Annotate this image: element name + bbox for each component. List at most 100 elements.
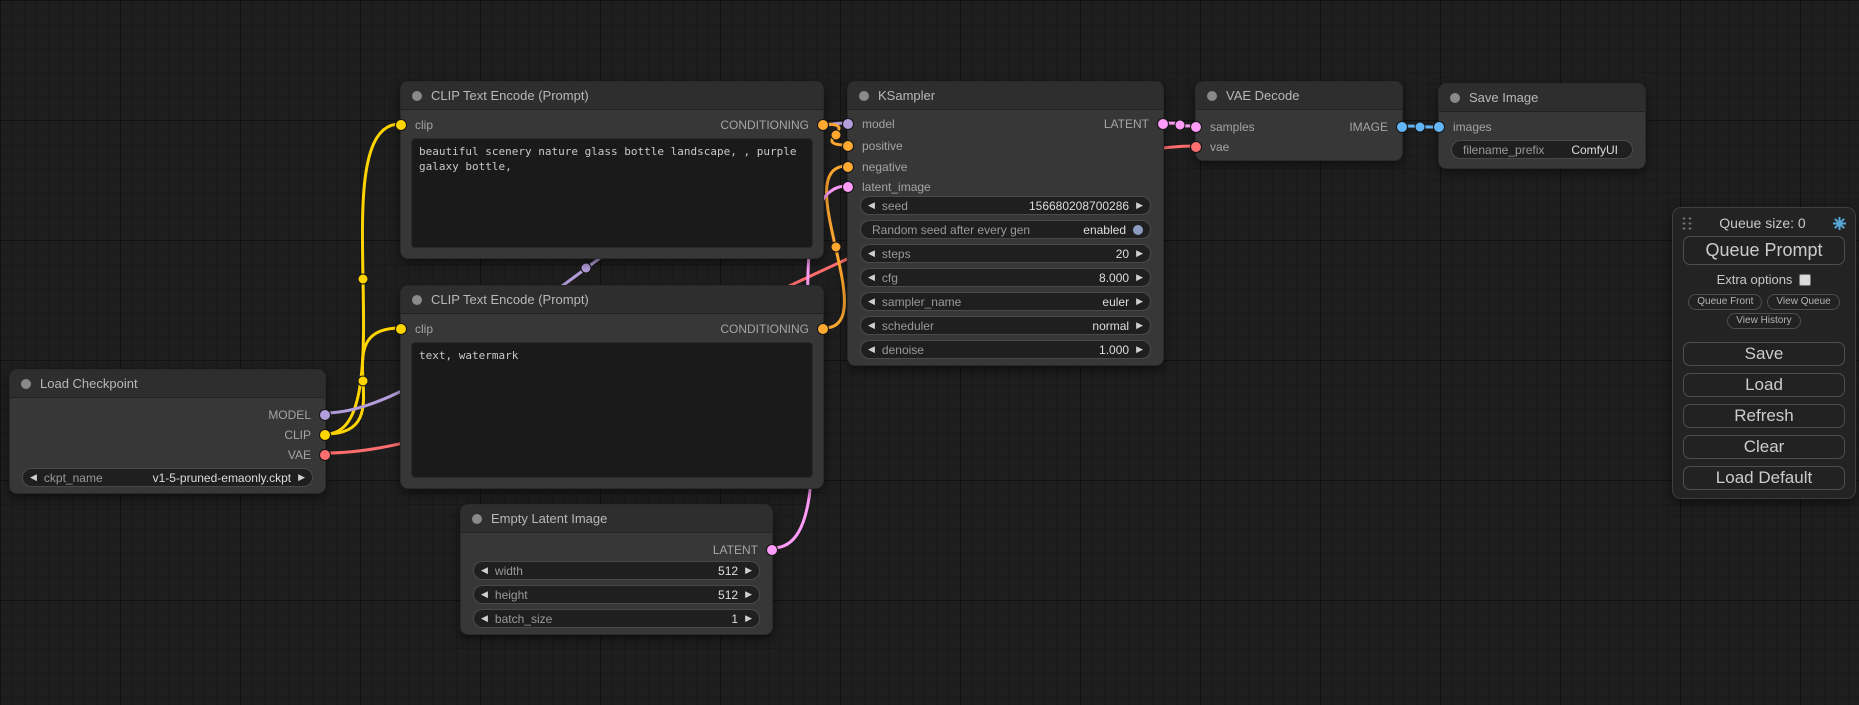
view-queue-button[interactable]: View Queue [1767,294,1839,310]
decrement-arrow-icon[interactable]: ◀ [868,201,875,210]
increment-arrow-icon[interactable]: ▶ [1136,201,1143,210]
widget-name: cfg [882,271,898,285]
widget-scheduler[interactable]: ◀ scheduler normal ▶ [860,316,1151,335]
node-title-bar[interactable]: Empty Latent Image [461,505,772,533]
increment-arrow-icon[interactable]: ▶ [298,473,305,482]
decrement-arrow-icon[interactable]: ◀ [30,473,37,482]
widget-steps[interactable]: ◀ steps 20 ▶ [860,244,1151,263]
node-title-bar[interactable]: CLIP Text Encode (Prompt) [401,286,823,314]
clip-input-dot[interactable] [396,120,406,130]
decrement-arrow-icon[interactable]: ◀ [868,321,875,330]
vae-input-dot[interactable] [1191,142,1201,152]
collapse-dot-icon[interactable] [1450,93,1460,103]
node-title-bar[interactable]: Save Image [1439,84,1645,112]
widget-height[interactable]: ◀ height 512 ▶ [473,585,760,604]
collapse-dot-icon[interactable] [412,91,422,101]
latent-output-dot[interactable] [1158,119,1168,129]
increment-arrow-icon[interactable]: ▶ [745,590,752,599]
increment-arrow-icon[interactable]: ▶ [1136,273,1143,282]
toggle-dot-icon[interactable] [1133,225,1143,235]
node-vae-decode[interactable]: VAE Decode samples IMAGE vae [1195,81,1403,161]
node-title-bar[interactable]: KSampler [848,82,1163,110]
increment-arrow-icon[interactable]: ▶ [1136,345,1143,354]
increment-arrow-icon[interactable]: ▶ [1136,321,1143,330]
load-button[interactable]: Load [1683,373,1845,397]
node-title-bar[interactable]: VAE Decode [1196,82,1402,110]
decrement-arrow-icon[interactable]: ◀ [481,566,488,575]
model-input-dot[interactable] [843,119,853,129]
latent-output-dot[interactable] [767,545,777,555]
clip-output-dot[interactable] [320,430,330,440]
slot-label: samples [1210,120,1255,134]
decrement-arrow-icon[interactable]: ◀ [868,297,875,306]
settings-gear-icon[interactable] [1832,216,1847,231]
image-output-dot[interactable] [1397,122,1407,132]
widget-seed[interactable]: ◀ seed 156680208700286 ▶ [860,196,1151,215]
save-button[interactable]: Save [1683,342,1845,366]
collapse-dot-icon[interactable] [1207,91,1217,101]
node-clip-text-encode-negative[interactable]: CLIP Text Encode (Prompt) clip CONDITION… [400,285,824,489]
increment-arrow-icon[interactable]: ▶ [1136,297,1143,306]
slot-label: clip [415,118,433,132]
decrement-arrow-icon[interactable]: ◀ [481,590,488,599]
queue-front-button[interactable]: Queue Front [1688,294,1762,310]
widget-denoise[interactable]: ◀ denoise 1.000 ▶ [860,340,1151,359]
increment-arrow-icon[interactable]: ▶ [745,614,752,623]
node-save-image[interactable]: Save Image images filename_prefix ComfyU… [1438,83,1646,169]
collapse-dot-icon[interactable] [859,91,869,101]
increment-arrow-icon[interactable]: ▶ [745,566,752,575]
link-midpoint-dot[interactable] [358,274,368,284]
extra-options-checkbox[interactable] [1799,274,1811,286]
collapse-dot-icon[interactable] [412,295,422,305]
node-title-bar[interactable]: Load Checkpoint [10,370,325,398]
link-midpoint-dot[interactable] [831,130,841,140]
widget-name: scheduler [882,319,934,333]
queue-prompt-button[interactable]: Queue Prompt [1683,236,1845,265]
decrement-arrow-icon[interactable]: ◀ [868,249,875,258]
node-clip-text-encode-positive[interactable]: CLIP Text Encode (Prompt) clip CONDITION… [400,81,824,259]
model-output-dot[interactable] [320,410,330,420]
widget-ckpt-name[interactable]: ◀ ckpt_name v1-5-pruned-emaonly.ckpt ▶ [22,468,313,487]
link-midpoint-dot[interactable] [581,263,591,273]
increment-arrow-icon[interactable]: ▶ [1136,249,1143,258]
decrement-arrow-icon[interactable]: ◀ [481,614,488,623]
clear-button[interactable]: Clear [1683,435,1845,459]
widget-sampler-name[interactable]: ◀ sampler_name euler ▶ [860,292,1151,311]
positive-prompt-textarea[interactable]: beautiful scenery nature glass bottle la… [411,138,813,248]
conditioning-output-dot[interactable] [818,120,828,130]
node-ksampler[interactable]: KSampler model LATENT positive negative … [847,81,1164,366]
node-empty-latent-image[interactable]: Empty Latent Image LATENT ◀ width 512 ▶ … [460,504,773,635]
link-midpoint-dot[interactable] [831,242,841,252]
negative-input-dot[interactable] [843,162,853,172]
vae-output-dot[interactable] [320,450,330,460]
decrement-arrow-icon[interactable]: ◀ [868,273,875,282]
drag-handle-icon[interactable] [1681,216,1693,230]
decrement-arrow-icon[interactable]: ◀ [868,345,875,354]
widget-random-seed-toggle[interactable]: Random seed after every gen enabled [860,220,1151,239]
load-default-button[interactable]: Load Default [1683,466,1845,490]
widget-filename-prefix[interactable]: filename_prefix ComfyUI [1451,140,1633,159]
collapse-dot-icon[interactable] [472,514,482,524]
widget-cfg[interactable]: ◀ cfg 8.000 ▶ [860,268,1151,287]
clip-input-dot[interactable] [396,324,406,334]
widget-batch-size[interactable]: ◀ batch_size 1 ▶ [473,609,760,628]
latent-image-input-dot[interactable] [843,182,853,192]
images-input-dot[interactable] [1434,122,1444,132]
samples-input-dot[interactable] [1191,122,1201,132]
negative-prompt-textarea[interactable]: text, watermark [411,342,813,478]
widget-name: sampler_name [882,295,961,309]
node-load-checkpoint[interactable]: Load Checkpoint MODEL CLIP VAE ◀ ckpt_na… [9,369,326,494]
node-title-bar[interactable]: CLIP Text Encode (Prompt) [401,82,823,110]
refresh-button[interactable]: Refresh [1683,404,1845,428]
collapse-dot-icon[interactable] [21,379,31,389]
widget-value: 8.000 [1099,271,1129,285]
node-graph-canvas[interactable]: Load Checkpoint MODEL CLIP VAE ◀ ckpt_na… [0,0,1859,705]
conditioning-output-dot[interactable] [818,324,828,334]
positive-input-dot[interactable] [843,141,853,151]
slot-row: clip CONDITIONING [401,116,823,134]
widget-width[interactable]: ◀ width 512 ▶ [473,561,760,580]
view-history-button[interactable]: View History [1727,313,1800,329]
link-midpoint-dot[interactable] [1175,120,1185,130]
link-midpoint-dot[interactable] [1415,122,1425,132]
link-midpoint-dot[interactable] [358,376,368,386]
